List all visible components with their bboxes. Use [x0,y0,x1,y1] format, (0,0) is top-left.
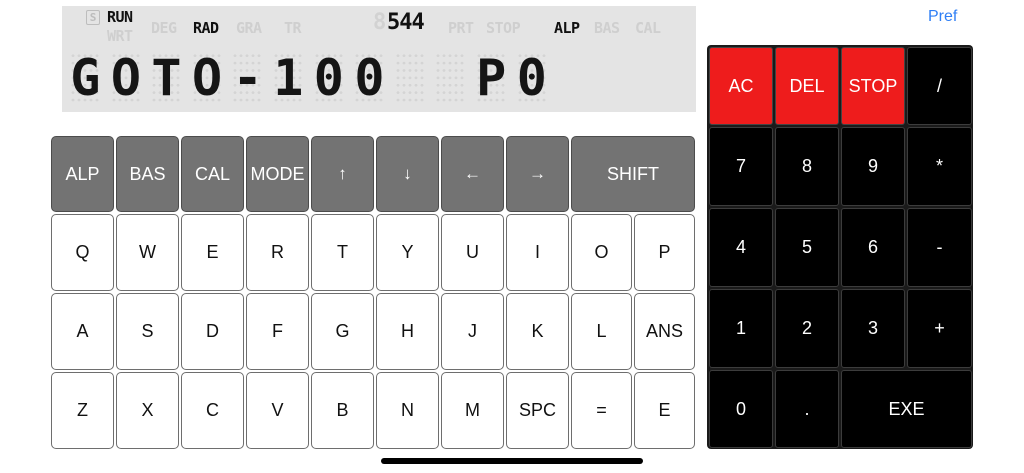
key-p[interactable]: P [634,214,695,291]
key-1[interactable]: 1 [709,289,773,368]
indicator-wrt: WRT [107,27,133,45]
indicator-run: RUN [107,8,133,26]
key-a[interactable]: A [51,293,114,370]
key-3[interactable]: 3 [841,289,905,368]
indicator-gra: GRA [236,19,262,37]
matrix-cell: - [232,49,263,107]
matrix-cell: O [110,49,142,107]
dot-key[interactable]: . [775,370,839,448]
indicator-s: S [86,10,100,25]
matrix-cell [435,52,466,104]
matrix-cell: G [70,49,101,107]
key-e[interactable]: E [181,214,244,291]
indicator-rad: RAD [193,19,219,37]
equals-key[interactable]: = [571,372,632,449]
matrix-cell: O [191,49,223,107]
key-2[interactable]: 2 [775,289,839,368]
key-4[interactable]: 4 [709,208,773,287]
matrix-cell: 0 [354,49,385,107]
arrow-right-key[interactable]: → [506,136,569,212]
dot-matrix-row: G O T O - 1 0 0 P 0 [70,49,548,107]
step-counter: 544 [387,10,425,35]
mode-key[interactable]: MODE [246,136,309,212]
key-s[interactable]: S [116,293,179,370]
matrix-cell: 1 [272,49,304,107]
key-v[interactable]: V [246,372,309,449]
divide-key[interactable]: / [907,47,972,125]
matrix-cell: T [151,49,182,107]
alp-key[interactable]: ALP [51,136,114,212]
key-i[interactable]: I [506,214,569,291]
key-9[interactable]: 9 [841,127,905,206]
key-t[interactable]: T [311,214,374,291]
matrix-cell: 0 [313,49,345,107]
ans-key[interactable]: ANS [634,293,695,370]
exe-key[interactable]: EXE [841,370,972,448]
key-z[interactable]: Z [51,372,114,449]
key-d[interactable]: D [181,293,244,370]
ac-key[interactable]: AC [709,47,773,125]
key-o[interactable]: O [571,214,632,291]
matrix-cell: 0 [516,49,548,107]
key-7[interactable]: 7 [709,127,773,206]
pref-link[interactable]: Pref [928,8,957,26]
del-key[interactable]: DEL [775,47,839,125]
indicator-alp: ALP [554,19,580,37]
key-8[interactable]: 8 [775,127,839,206]
indicator-deg: DEG [151,19,177,37]
key-w[interactable]: W [116,214,179,291]
key-h[interactable]: H [376,293,439,370]
key-0[interactable]: 0 [709,370,773,448]
lcd-display: S RUN WRT DEG RAD GRA TR 8 544 PRT STOP … [62,6,696,112]
key-f[interactable]: F [246,293,309,370]
arrow-left-key[interactable]: ← [441,136,504,212]
arrow-down-key[interactable]: ↓ [376,136,439,212]
indicator-tr: TR [284,19,302,37]
indicator-prt: PRT [448,19,474,37]
home-indicator[interactable] [381,458,643,464]
key-x[interactable]: X [116,372,179,449]
matrix-cell [394,52,426,104]
key-j[interactable]: J [441,293,504,370]
key-g[interactable]: G [311,293,374,370]
cal-key[interactable]: CAL [181,136,244,212]
arrow-up-key[interactable]: ↑ [311,136,374,212]
matrix-cell: P [475,49,507,107]
indicator-stop: STOP [486,19,521,37]
spc-key[interactable]: SPC [506,372,569,449]
key-k[interactable]: K [506,293,569,370]
key-q[interactable]: Q [51,214,114,291]
indicator-bas: BAS [594,19,620,37]
indicator-cal: CAL [635,19,661,37]
key-m[interactable]: M [441,372,504,449]
key-u[interactable]: U [441,214,504,291]
key-l[interactable]: L [571,293,632,370]
key-b[interactable]: B [311,372,374,449]
plus-key[interactable]: + [907,289,972,368]
shift-key[interactable]: SHIFT [571,136,695,212]
key-n[interactable]: N [376,372,439,449]
minus-key[interactable]: - [907,208,972,287]
exponent-key[interactable]: E [634,372,695,449]
key-6[interactable]: 6 [841,208,905,287]
bas-key[interactable]: BAS [116,136,179,212]
key-y[interactable]: Y [376,214,439,291]
stop-key[interactable]: STOP [841,47,905,125]
multiply-key[interactable]: * [907,127,972,206]
key-r[interactable]: R [246,214,309,291]
key-c[interactable]: C [181,372,244,449]
step-counter-ghost: 8 [373,10,387,35]
key-5[interactable]: 5 [775,208,839,287]
